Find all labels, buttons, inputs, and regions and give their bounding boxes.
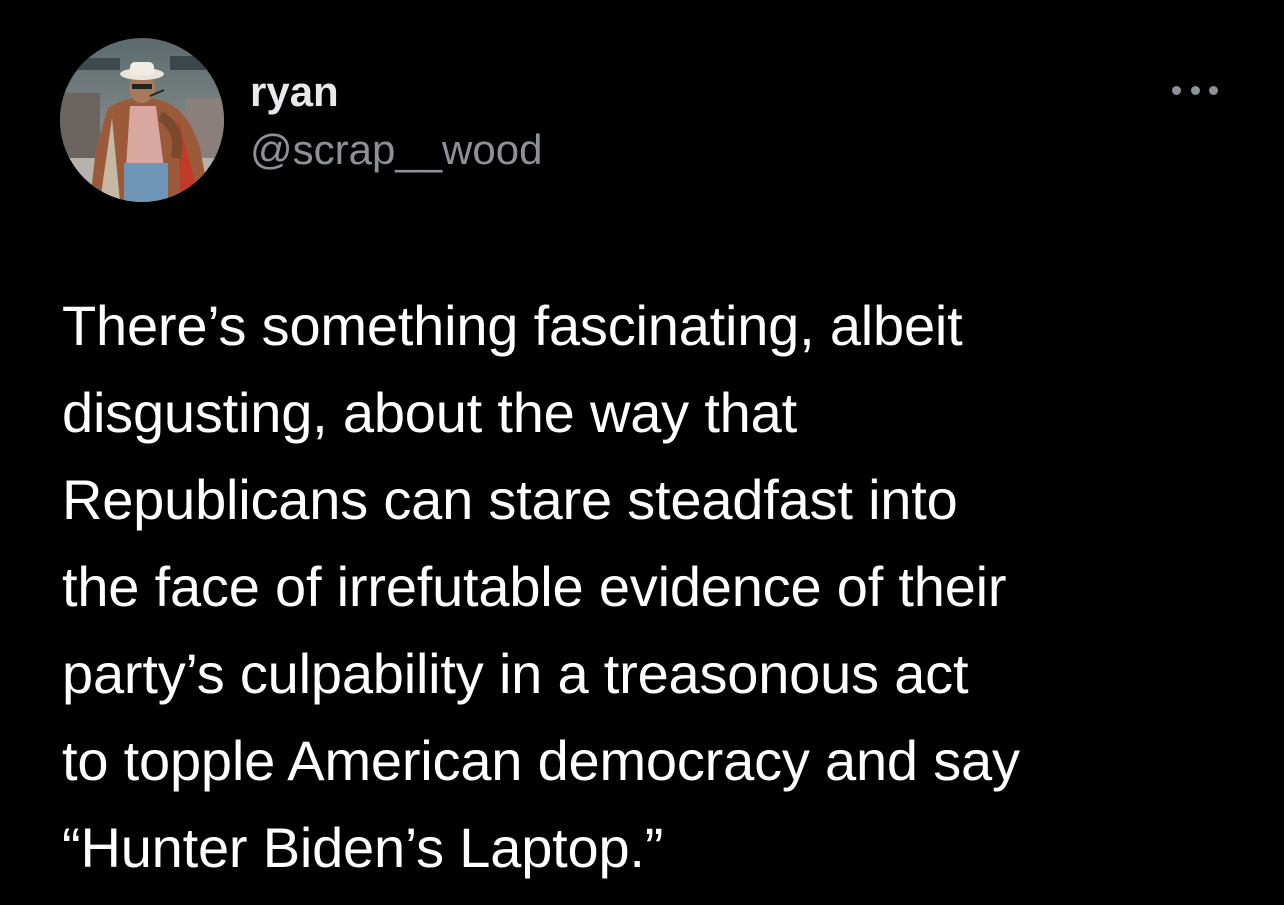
avatar[interactable] bbox=[60, 38, 224, 202]
tweet-card: ryan @scrap__wood There’s something fasc… bbox=[0, 0, 1284, 905]
tweet-text-line: the face of irrefutable evidence of thei… bbox=[62, 555, 1007, 618]
tweet-text-line: to topple American democracy and say bbox=[62, 729, 1020, 792]
tweet-text-line: “Hunter Biden’s Laptop.” bbox=[62, 816, 664, 879]
user-handle[interactable]: @scrap__wood bbox=[250, 126, 542, 174]
more-horizontal-icon bbox=[1172, 85, 1181, 95]
display-name[interactable]: ryan bbox=[250, 68, 339, 116]
tweet-text-line: party’s culpability in a treasonous act bbox=[62, 642, 969, 705]
tweet-text-line: disgusting, about the way that bbox=[62, 381, 797, 444]
tweet-text-line: There’s something fascinating, albeit bbox=[62, 294, 963, 357]
tweet-text-line: Republicans can stare steadfast into bbox=[62, 468, 958, 531]
more-horizontal-icon bbox=[1190, 85, 1200, 95]
tweet-text: There’s something fascinating, albeit di… bbox=[62, 282, 1252, 891]
avatar-photo bbox=[60, 38, 224, 202]
more-options-button[interactable] bbox=[1170, 80, 1220, 100]
more-horizontal-icon bbox=[1209, 85, 1218, 95]
